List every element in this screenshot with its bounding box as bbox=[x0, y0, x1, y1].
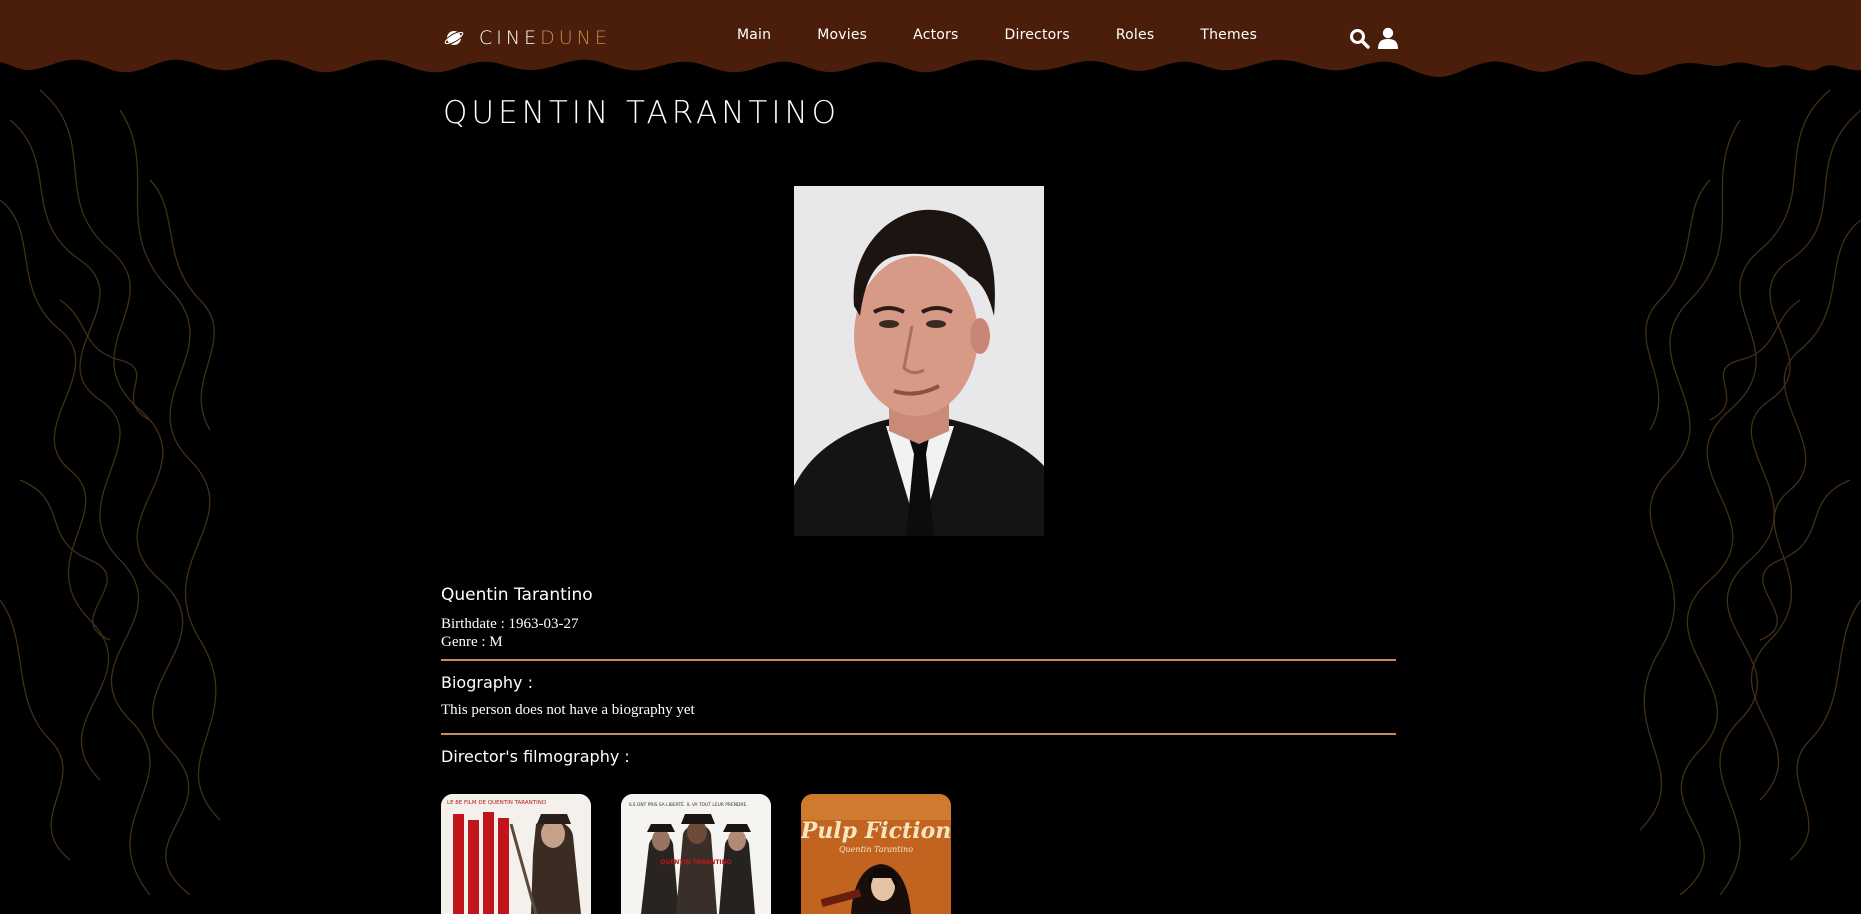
main-nav: Main Movies Actors Directors Roles Theme… bbox=[737, 27, 1303, 43]
poster-title-text: Pulp Fiction bbox=[801, 818, 951, 844]
page-title: Quentin Tarantino bbox=[443, 95, 841, 131]
planet-icon bbox=[443, 30, 465, 46]
site-header: CINEDUNE Main Movies Actors Directors Ro… bbox=[0, 0, 1861, 90]
poster-top-text: LE 8E FILM DE QUENTIN TARANTINO bbox=[447, 800, 547, 806]
divider bbox=[441, 733, 1396, 735]
nav-item-main[interactable]: Main bbox=[737, 27, 771, 43]
poster-art: ILS ONT PRIS SA LIBERTÉ. IL VA TOUT LEUR… bbox=[621, 794, 771, 914]
user-icon[interactable] bbox=[1378, 27, 1398, 49]
poster-art: Pulp Fiction Quentin Tarantino bbox=[801, 794, 951, 914]
nav-item-movies[interactable]: Movies bbox=[817, 27, 867, 43]
header-icons bbox=[1349, 27, 1398, 49]
poster-credit-text: Quentin Tarantino bbox=[839, 845, 913, 854]
genre-line: Genre : M bbox=[441, 634, 503, 650]
person-info: Quentin Tarantino Birthdate : 1963-03-27… bbox=[441, 585, 1396, 776]
header-drip-background bbox=[0, 0, 1861, 77]
birthdate-line: Birthdate : 1963-03-27 bbox=[441, 616, 579, 632]
nav-item-directors[interactable]: Directors bbox=[1005, 27, 1070, 43]
biography-heading: Biography : bbox=[441, 673, 533, 692]
nav-item-themes[interactable]: Themes bbox=[1200, 27, 1257, 43]
film-poster[interactable]: ILS ONT PRIS SA LIBERTÉ. IL VA TOUT LEUR… bbox=[621, 794, 771, 914]
film-poster[interactable]: Pulp Fiction Quentin Tarantino bbox=[801, 794, 951, 914]
search-icon[interactable] bbox=[1349, 28, 1370, 49]
logo-text-cine: CINE bbox=[479, 27, 541, 49]
poster-credit-text: QUENTIN TARANTINO bbox=[660, 859, 732, 866]
film-poster[interactable]: LE 8E FILM DE QUENTIN TARANTINO bbox=[441, 794, 591, 914]
site-logo[interactable]: CINEDUNE bbox=[443, 24, 611, 52]
filmography-heading: Director's filmography : bbox=[441, 747, 630, 766]
director-portrait bbox=[794, 186, 1044, 536]
divider bbox=[441, 659, 1396, 661]
logo-text-dune: DUNE bbox=[540, 27, 611, 49]
poster-art: LE 8E FILM DE QUENTIN TARANTINO bbox=[441, 794, 591, 914]
nav-item-actors[interactable]: Actors bbox=[913, 27, 958, 43]
person-name: Quentin Tarantino bbox=[441, 585, 593, 605]
logo-text: CINEDUNE bbox=[479, 27, 611, 49]
filmography-list: LE 8E FILM DE QUENTIN TARANTINO ILS ONT … bbox=[441, 794, 951, 914]
biography-text: This person does not have a biography ye… bbox=[441, 702, 695, 718]
nav-item-roles[interactable]: Roles bbox=[1116, 27, 1154, 43]
